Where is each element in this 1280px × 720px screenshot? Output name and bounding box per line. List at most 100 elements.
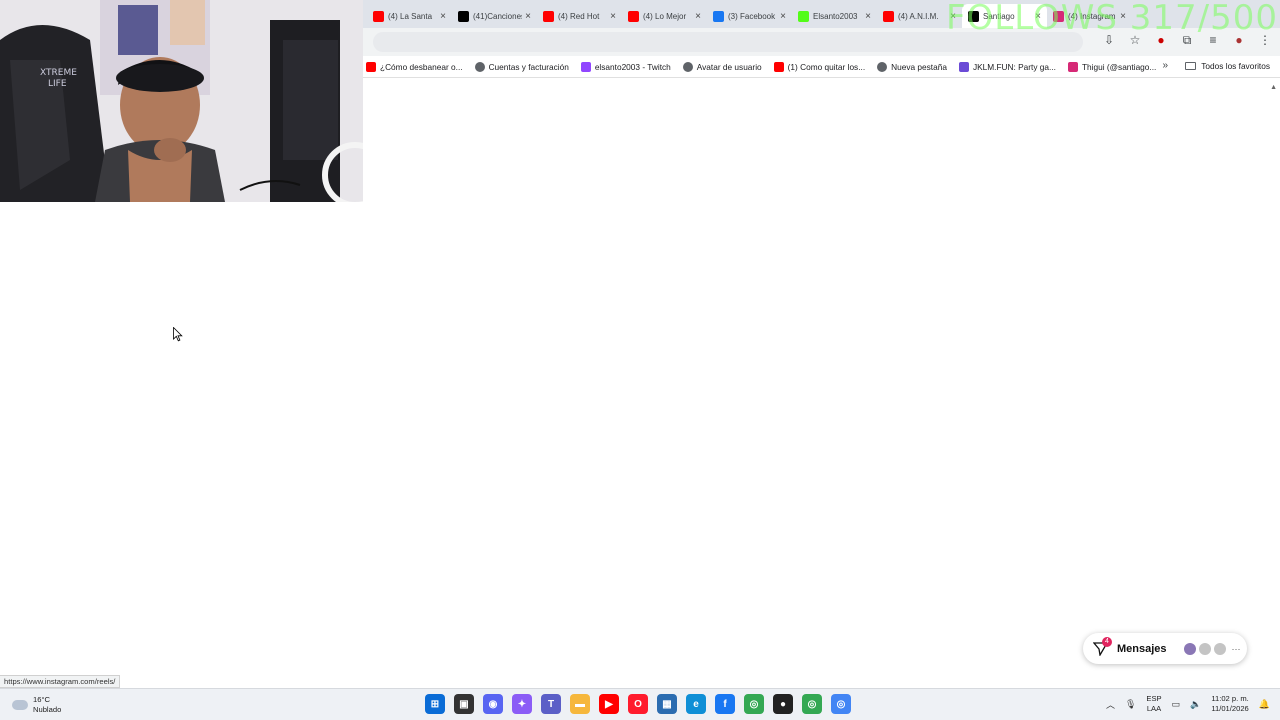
teams-icon[interactable]: T (541, 694, 561, 714)
browser-tab[interactable]: Elsanto2003 × (792, 4, 877, 28)
tab-title: (4) A.N.I.M. (898, 11, 939, 21)
system-tray: ︿ 🎙 ESP LAA ▭ 🔈 11:02 p. m. 11/01/2026 🔔 (1106, 694, 1270, 714)
discord-icon[interactable]: ◉ (483, 694, 503, 714)
youtube-icon (628, 10, 639, 22)
profile-avatar-icon[interactable]: ● (1232, 33, 1246, 47)
browser-tab[interactable]: (4) A.N.I.M. × (877, 4, 962, 28)
address-bar[interactable] (373, 32, 1083, 52)
bookmark-label: Avatar de usuario (696, 61, 762, 72)
media-control-icon[interactable]: ≡ (1206, 33, 1220, 47)
chrome-profile-icon[interactable]: ◎ (802, 694, 822, 714)
weather-condition: Nublado (33, 705, 62, 714)
bookmark-label: ¿Cómo desbanear o... (380, 61, 463, 72)
close-tab-icon[interactable]: × (865, 11, 871, 22)
tab-title: (4) Lo Mejor (643, 11, 687, 21)
youtube-icon (373, 10, 384, 22)
install-app-icon[interactable]: ⇩ (1102, 33, 1116, 47)
close-tab-icon[interactable]: × (1035, 11, 1041, 22)
webcam-overlay: XTREME LIFE (0, 0, 363, 202)
messages-label: Mensajes (1117, 642, 1167, 655)
browser-tab[interactable]: (4) Instagram × (1047, 4, 1132, 28)
chrome-alt-icon[interactable]: ◎ (831, 694, 851, 714)
bookmark-label: Thigui (@santiago... (1081, 61, 1157, 72)
close-tab-icon[interactable]: × (695, 11, 701, 22)
youtube-icon (883, 10, 894, 22)
tray-overflow-chevron-icon[interactable]: ︿ (1106, 698, 1115, 711)
globe-icon (682, 61, 693, 72)
file-explorer-icon[interactable]: ▬ (570, 694, 590, 714)
all-bookmarks-folder[interactable]: Todos los favoritos (1185, 61, 1270, 71)
unread-badge: 4 (1102, 636, 1112, 647)
all-bookmarks-label: Todos los favoritos (1201, 61, 1270, 71)
microphone-icon[interactable]: 🎙 (1125, 699, 1136, 710)
windows-taskbar: 16°C Nublado ⊞ ▣ ◉ ✦ T ▬ ▶ O ▦ e f ◎ ● ◎ ◎ ︿ 🎙 ESP LAA… (0, 688, 1280, 720)
clock-date: 11/01/2026 (1211, 704, 1249, 713)
edge-icon[interactable]: e (686, 694, 706, 714)
twitch-icon (580, 61, 591, 72)
bookmark-label: Nueva pestaña (891, 61, 947, 72)
store-icon[interactable]: ▦ (657, 694, 677, 714)
bookmark-star-icon[interactable]: ☆ (1128, 33, 1142, 47)
input-language[interactable]: ESP LAA (1146, 694, 1161, 714)
close-tab-icon[interactable]: × (950, 11, 956, 22)
close-tab-icon[interactable]: × (525, 11, 531, 22)
instagram-messages-button[interactable]: 4 Mensajes ··· (1083, 633, 1247, 664)
network-icon[interactable]: ▭ (1172, 699, 1181, 710)
opera-extension-icon[interactable]: ● (1154, 33, 1168, 47)
bookmark-item[interactable]: Cuentas y facturación (474, 61, 569, 72)
bookmark-item[interactable]: elsanto2003 - Twitch (580, 61, 671, 72)
folder-icon (1185, 62, 1197, 70)
bookmark-item[interactable]: Thigui (@santiago... (1067, 61, 1157, 72)
tab-title: (41)Canciones (473, 11, 523, 21)
close-tab-icon[interactable]: × (440, 11, 446, 22)
status-bar-link-url: https://www.instagram.com/reels/ (0, 675, 121, 688)
bookmarks-overflow-chevron-icon[interactable]: » (1162, 60, 1168, 71)
bookmark-item[interactable]: Nueva pestaña (877, 61, 947, 72)
tab-title: Elsanto2003 (813, 11, 858, 21)
mouse-cursor-icon (173, 327, 183, 342)
svg-text:XTREME: XTREME (40, 68, 77, 78)
bookmark-item[interactable]: Avatar de usuario (682, 61, 762, 72)
weather-widget[interactable]: 16°C Nublado (12, 695, 61, 715)
close-tab-icon[interactable]: × (780, 11, 786, 22)
system-clock[interactable]: 11:02 p. m. 11/01/2026 (1211, 694, 1248, 714)
task-view-icon[interactable]: ▣ (454, 694, 474, 714)
bookmark-item[interactable]: JKLM.FUN: Party ga... (958, 61, 1056, 72)
bookmark-item[interactable]: (1) Como quitar los... (773, 61, 865, 72)
extensions-puzzle-icon[interactable]: ⧉ (1180, 33, 1194, 47)
browser-tab[interactable]: (4) La Santa × (367, 4, 452, 28)
globe-icon (877, 61, 888, 72)
opera-icon[interactable]: O (628, 694, 648, 714)
bookmark-item[interactable]: ¿Cómo desbanear o... (366, 61, 463, 72)
scrollbar-up-arrow-icon[interactable]: ▲ (1270, 84, 1277, 91)
jklm-icon (958, 61, 969, 72)
close-tab-icon[interactable]: × (1120, 11, 1126, 22)
browser-tab[interactable]: (4) Lo Mejor × (622, 4, 707, 28)
avatar (1198, 642, 1211, 655)
globe-icon (474, 61, 485, 72)
youtube-icon[interactable]: ▶ (599, 694, 619, 714)
obs-icon[interactable]: ● (773, 694, 793, 714)
bookmark-label: Cuentas y facturación (488, 61, 569, 72)
facebook-icon[interactable]: f (715, 694, 735, 714)
youtube-icon (543, 10, 554, 22)
facebook-icon (713, 10, 724, 22)
language-code: ESP (1146, 694, 1162, 703)
tab-title: (4) La Santa (388, 11, 433, 21)
chrome-icon[interactable]: ◎ (744, 694, 764, 714)
direct-message-send-icon: 4 (1092, 636, 1112, 657)
copilot-icon[interactable]: ✦ (512, 694, 532, 714)
browser-tab[interactable]: Santiago × (962, 4, 1047, 28)
browser-tab[interactable]: (41)Canciones × (452, 4, 537, 28)
windows-start-icon[interactable]: ⊞ (425, 694, 445, 714)
svg-text:LIFE: LIFE (48, 79, 67, 89)
volume-icon[interactable]: 🔈 (1190, 699, 1201, 710)
chrome-menu-icon[interactable]: ⋮ (1258, 33, 1272, 47)
bookmark-label: JKLM.FUN: Party ga... (972, 61, 1056, 72)
browser-tab[interactable]: (3) Facebook × (707, 4, 792, 28)
notification-bell-icon[interactable]: 🔔 (1259, 699, 1270, 710)
browser-tab[interactable]: (4) Red Hot × (537, 4, 622, 28)
tiktok-icon (458, 10, 469, 22)
cloud-icon (12, 700, 28, 710)
close-tab-icon[interactable]: × (610, 11, 616, 22)
